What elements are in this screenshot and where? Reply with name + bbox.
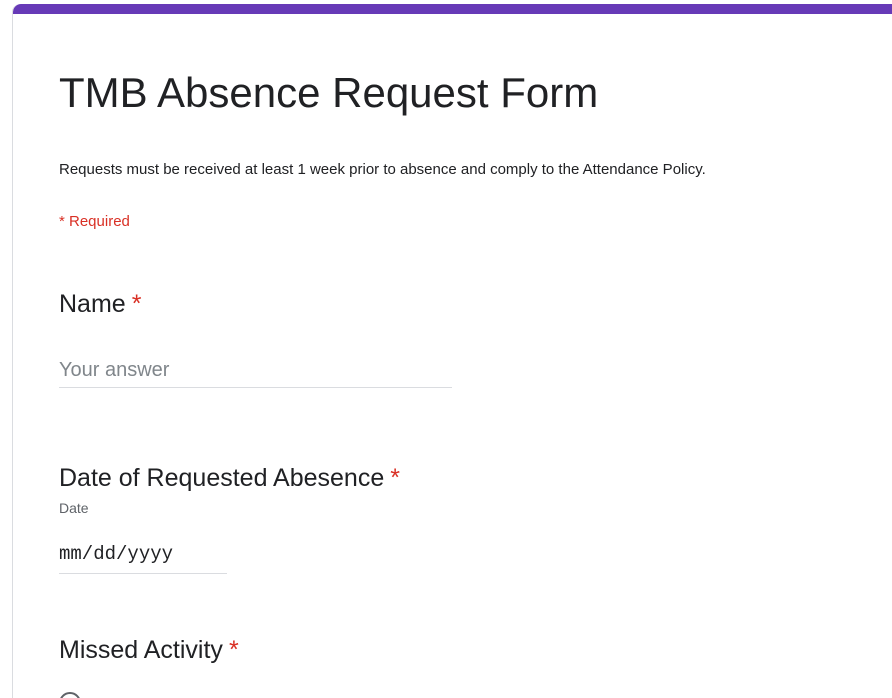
missed-activity-option[interactable] — [59, 692, 99, 698]
date-input[interactable]: mm/dd/yyyy — [59, 537, 227, 574]
name-input[interactable] — [59, 354, 452, 388]
question-date-label: Date of Requested Abesence — [59, 464, 385, 492]
question-missed-activity-label: Missed Activity — [59, 636, 223, 664]
form-title: TMB Absence Request Form — [59, 69, 599, 116]
question-date-title: Date of Requested Abesence * — [59, 464, 400, 493]
required-note: * Required — [59, 213, 130, 230]
form-card: TMB Absence Request Form Requests must b… — [12, 4, 892, 698]
page: TMB Absence Request Form Requests must b… — [0, 0, 892, 698]
form-description: Requests must be received at least 1 wee… — [59, 161, 706, 178]
date-sublabel: Date — [59, 500, 89, 516]
required-asterisk: * — [228, 636, 239, 664]
question-name-title: Name * — [59, 290, 141, 319]
form-accent-bar — [13, 4, 892, 14]
required-asterisk: * — [390, 464, 400, 492]
required-asterisk: * — [131, 290, 142, 318]
radio-button[interactable] — [59, 692, 81, 698]
question-name-label: Name — [59, 290, 126, 318]
question-missed-activity-title: Missed Activity * — [59, 636, 239, 665]
